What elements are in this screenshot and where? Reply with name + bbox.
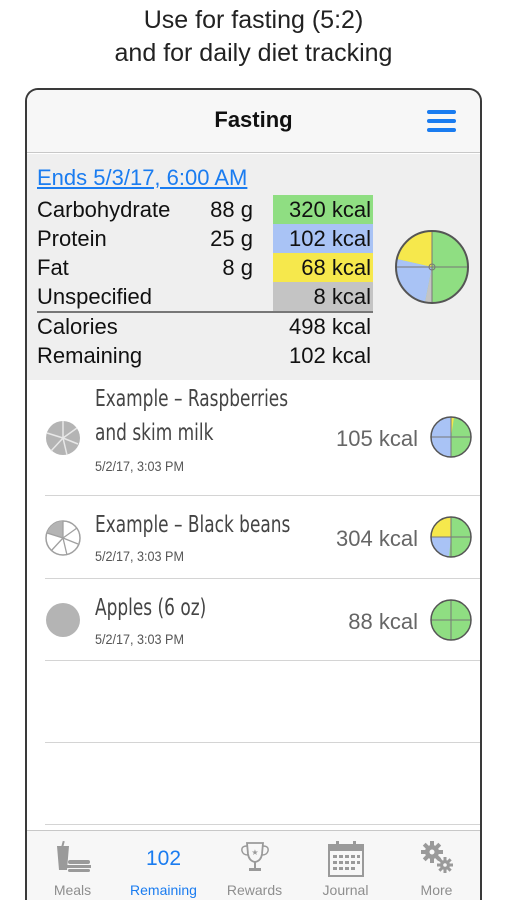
nutrient-row-unspecified: Unspecified 8 kcal [37, 282, 377, 311]
nutrient-label: Carbohydrate [37, 197, 171, 222]
macro-pie-chart-icon [395, 230, 469, 304]
meal-kcal: 105 kcal [336, 426, 418, 451]
nutrient-row-carbohydrate: Carbohydrate 88 g 320 kcal [37, 195, 377, 224]
nutrient-label: Protein [37, 226, 107, 251]
list-item-empty [45, 661, 480, 743]
caption-line-1: Use for fasting (5:2) [143, 6, 364, 34]
meal-macro-pie-icon [430, 516, 472, 558]
nutrient-kcal: 320 kcal [273, 195, 373, 224]
meals-icon [56, 840, 91, 872]
nutrient-row-fat: Fat 8 g 68 kcal [37, 253, 377, 282]
ends-date-link[interactable]: Ends 5/3/17, 6:00 AM [37, 165, 247, 191]
tab-label: Remaining [130, 882, 197, 898]
list-item-meal-1[interactable]: Example – Raspberries and skim milk 5/2/… [45, 380, 480, 496]
remaining-count: 102 [145, 847, 182, 870]
meal-macro-pie-icon [430, 416, 472, 458]
remaining-value: 102 kcal [289, 343, 371, 368]
meal-name-line-2: and skim milk [95, 420, 214, 446]
remaining-label: Remaining [37, 343, 143, 368]
tab-journal[interactable]: Journal [300, 831, 391, 900]
nutrient-kcal: 8 kcal [273, 282, 373, 311]
tab-label: More [420, 882, 453, 898]
tab-bar: Meals 102 Remaining ★ Rewards Journal Mo… [27, 830, 480, 900]
tab-remaining[interactable]: 102 Remaining [118, 831, 209, 900]
tab-more[interactable]: More [391, 831, 480, 900]
meal-kcal: 304 kcal [336, 526, 418, 551]
page-title: Fasting [214, 107, 293, 132]
pie-slices-gray-icon [46, 421, 80, 456]
meal-name: Example – Black beans [95, 512, 291, 538]
pie-slices-outline-icon [45, 520, 81, 556]
svg-text:★: ★ [251, 848, 258, 857]
fasting-summary: Ends 5/3/17, 6:00 AM Carbohydrate 88 g 3… [27, 154, 480, 380]
meal-date: 5/2/17, 3:03 PM [95, 631, 184, 647]
tab-meals[interactable]: Meals [27, 831, 118, 900]
trophy-icon: ★ [240, 842, 269, 871]
nutrient-row-protein: Protein 25 g 102 kcal [37, 224, 377, 253]
calories-value: 498 kcal [289, 314, 371, 339]
nutrient-grams: 25 g [210, 226, 253, 251]
nutrient-grams: 88 g [210, 197, 253, 222]
list-item-meal-3[interactable]: Apples (6 oz) 5/2/17, 3:03 PM 88 kcal [45, 579, 480, 661]
meal-date: 5/2/17, 3:03 PM [95, 548, 184, 564]
hamburger-menu-icon[interactable] [427, 110, 456, 132]
calendar-icon [327, 841, 364, 877]
tab-label: Journal [322, 882, 369, 898]
nutrient-kcal: 102 kcal [273, 224, 373, 253]
list-item-empty [45, 743, 480, 825]
solid-circle-icon [46, 603, 80, 637]
caption-line-2: and for daily diet tracking [114, 39, 393, 67]
nutrient-label: Fat [37, 255, 69, 280]
meal-name: Example – Raspberries [95, 386, 289, 412]
tab-label: Rewards [226, 882, 283, 898]
meal-kcal: 88 kcal [348, 609, 418, 634]
gears-icon [420, 841, 453, 873]
calories-label: Calories [37, 314, 118, 339]
list-item-meal-2[interactable]: Example – Black beans 5/2/17, 3:03 PM 30… [45, 496, 480, 579]
nutrient-grams: 8 g [222, 255, 253, 280]
navigation-bar: Fasting [27, 90, 480, 153]
nutrient-label: Unspecified [37, 284, 152, 309]
phone-screen: Fasting Ends 5/3/17, 6:00 AM Carbohydrat… [25, 88, 482, 900]
tab-label: Meals [53, 882, 92, 898]
calories-row: Calories 498 kcal [37, 312, 377, 341]
meal-date: 5/2/17, 3:03 PM [95, 458, 184, 474]
tab-rewards[interactable]: ★ Rewards [209, 831, 300, 900]
meal-name: Apples (6 oz) [95, 595, 207, 621]
nutrient-kcal: 68 kcal [273, 253, 373, 282]
remaining-row: Remaining 102 kcal [37, 341, 377, 370]
caption: Use for fasting (5:2) and for daily diet… [0, 4, 507, 70]
meal-macro-pie-icon [430, 599, 472, 641]
